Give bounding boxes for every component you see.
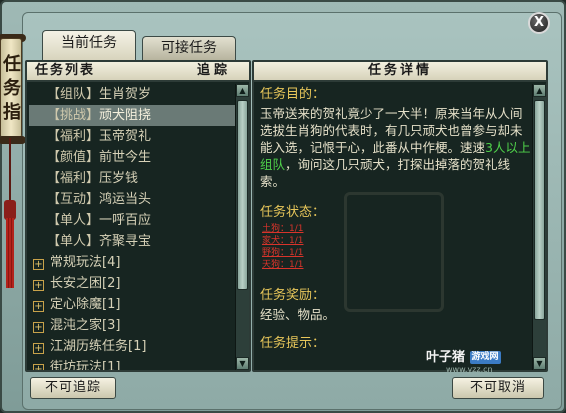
tassel-cord [9,138,11,200]
reward-title: 任务奖励： [260,288,326,303]
task-name: 生肖贺岁 [99,87,152,102]
task-name: 压岁钱 [99,171,139,186]
scroll-up-icon[interactable]: ▲ [236,84,249,97]
plus-icon[interactable]: + [33,259,44,270]
scroll-char: 指 [3,102,21,123]
untrack-button[interactable]: 不可追踪 [30,377,116,399]
status-title: 任务状态： [260,205,326,220]
task-list-header: 任务列表 追踪 [27,62,249,82]
task-item[interactable]: 【组队】生肖贺岁 [29,84,235,105]
task-group[interactable]: + 江湖历练任务[1] [29,336,235,357]
plus-icon[interactable]: + [33,301,44,312]
close-button[interactable]: X [528,12,550,34]
task-detail-header: 任务详情 [254,62,546,82]
tassel-knot-icon [4,200,16,220]
scroll-down-icon[interactable]: ▼ [236,357,249,370]
scroll-char: 务 [3,78,21,99]
goal-title: 任务目的： [260,87,326,102]
status-line[interactable]: 野狗：1/1 [262,247,532,259]
task-category: 【单人】 [47,234,100,249]
task-name: 齐聚寻宝 [99,234,152,249]
task-group[interactable]: + 街坊玩法[1] [29,357,235,370]
task-category: 【互动】 [47,192,100,207]
task-list-title: 任务列表 [35,63,96,78]
side-scroll-banner: 任 务 指 [0,38,22,138]
task-item[interactable]: 【互动】鸿运当头 [29,189,235,210]
scroll-thumb[interactable] [237,100,248,290]
watermark-badge: 游戏网 [469,351,501,364]
watermark-brand: 叶子猪 [426,350,466,365]
tab-current-tasks[interactable]: 当前任务 [42,30,136,60]
status-line[interactable]: 家犬：1/1 [262,235,532,247]
group-label: 定心除魔[1] [50,297,121,312]
task-category: 【颜值】 [47,150,100,165]
task-list-scrollbar[interactable]: ▲ ▼ [235,84,249,370]
task-name: 前世今生 [99,150,152,165]
tab-available-tasks[interactable]: 可接任务 [142,36,236,60]
task-item[interactable]: 【单人】一呼百应 [29,210,235,231]
plus-icon[interactable]: + [33,343,44,354]
task-detail-panel: 任务详情 任务目的： 玉帝送来的贺礼竟少了一大半！原来当年从人间选拔生肖狗的代表… [252,60,548,372]
scroll-char: 任 [3,54,21,75]
task-list-panel: 任务列表 追踪 【组队】生肖贺岁 【挑战】顽犬阻挠 【福利】玉帝贺礼 【颜值】前… [25,60,251,372]
task-category: 【挑战】 [47,108,100,123]
task-group[interactable]: + 长安之困[2] [29,273,235,294]
task-detail-scrollbar[interactable]: ▲ ▼ [532,84,546,370]
task-category: 【福利】 [47,171,100,186]
group-label: 长安之困[2] [50,276,121,291]
group-label: 街坊玩法[1] [50,360,121,370]
task-item[interactable]: 【颜值】前世今生 [29,147,235,168]
track-column-title: 追踪 [196,63,231,78]
task-item-selected[interactable]: 【挑战】顽犬阻挠 [29,105,235,126]
status-line[interactable]: 土狗：1/1 [262,223,532,235]
task-group[interactable]: + 常规玩法[4] [29,252,235,273]
goal-text: 玉帝送来的贺礼竟少了一大半！原来当年从人间选拔生肖狗的代表时，有几只顽犬也曾参与… [260,105,532,190]
task-group[interactable]: + 混沌之家[3] [29,315,235,336]
task-name: 一呼百应 [99,213,152,228]
cancel-task-button[interactable]: 不可取消 [452,377,544,399]
plus-icon[interactable]: + [33,322,44,333]
task-name: 顽犬阻挠 [99,108,152,123]
group-label: 江湖历练任务[1] [50,339,147,354]
task-group[interactable]: + 定心除魔[1] [29,294,235,315]
task-list: 【组队】生肖贺岁 【挑战】顽犬阻挠 【福利】玉帝贺礼 【颜值】前世今生 【福利】… [29,84,235,370]
task-category: 【福利】 [47,129,100,144]
scroll-rod-bottom [0,136,26,144]
goal-text-part2: ，询问这几只顽犬，打探出掉落的贺礼线索。 [260,157,511,189]
task-item[interactable]: 【福利】玉帝贺礼 [29,126,235,147]
plus-icon[interactable]: + [33,364,44,370]
goal-text-part1: 玉帝送来的贺礼竟少了一大半！原来当年从人间选拔生肖狗的代表时，有几只顽犬也曾参与… [260,106,523,155]
scroll-up-icon[interactable]: ▲ [533,84,546,97]
reward-text: 经验、物品。 [260,307,336,322]
watermark-url: www.yzz.cn [446,365,493,374]
task-item[interactable]: 【福利】压岁钱 [29,168,235,189]
task-category: 【组队】 [47,87,100,102]
scroll-down-icon[interactable]: ▼ [533,357,546,370]
scroll-thumb[interactable] [534,100,545,320]
task-item[interactable]: 【单人】齐聚寻宝 [29,231,235,252]
task-detail-title: 任务详情 [367,63,432,78]
tassel-icon [6,218,14,288]
group-label: 混沌之家[3] [50,318,121,333]
task-name: 鸿运当头 [99,192,152,207]
status-line[interactable]: 天狗：1/1 [262,259,532,271]
task-name: 玉帝贺礼 [99,129,152,144]
task-category: 【单人】 [47,213,100,228]
plus-icon[interactable]: + [33,280,44,291]
group-label: 常规玩法[4] [50,255,121,270]
task-detail-content: 任务目的： 玉帝送来的贺礼竟少了一大半！原来当年从人间选拔生肖狗的代表时，有几只… [260,86,532,370]
